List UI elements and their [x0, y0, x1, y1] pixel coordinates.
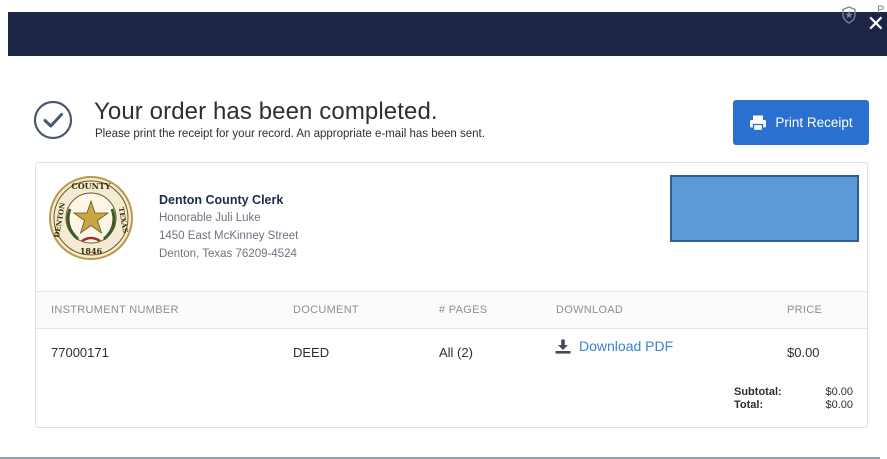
redacted-box [670, 175, 859, 242]
subtotal-value: $0.00 [825, 386, 853, 398]
county-seal-logo: COUNTY DENTON TEXAS 1846 [49, 176, 133, 260]
receipt-card: COUNTY DENTON TEXAS 1846 Denton County C… [35, 162, 868, 428]
download-pdf-link[interactable]: Download PDF [555, 338, 673, 354]
clerk-city: Denton, Texas 76209-4524 [159, 248, 297, 260]
seal-text-top: COUNTY [71, 181, 111, 191]
order-complete-title: Your order has been completed. [94, 98, 438, 125]
download-pdf-label: Download PDF [579, 338, 674, 354]
col-instrument-number: INSTRUMENT NUMBER [51, 304, 179, 316]
clerk-street: 1450 East McKinney Street [159, 230, 299, 242]
clerk-honorable: Honorable Juli Luke [159, 212, 261, 224]
col-price: PRICE [787, 304, 823, 316]
seal-year: 1846 [80, 246, 103, 256]
cell-instrument-number: 77000171 [51, 345, 109, 360]
print-receipt-button[interactable]: Print Receipt [733, 100, 869, 145]
check-circle-icon [33, 100, 73, 140]
total-label: Total: [734, 399, 764, 411]
cell-document: DEED [293, 345, 330, 360]
shield-icon [842, 6, 856, 24]
close-icon[interactable]: ✕ [867, 14, 885, 36]
total-value: $0.00 [825, 399, 853, 411]
col-document: DOCUMENT [293, 304, 359, 316]
col-pages: # PAGES [439, 304, 488, 316]
col-download: DOWNLOAD [556, 304, 624, 316]
cell-price: $0.00 [787, 345, 820, 360]
modal-header-bar [8, 12, 887, 56]
table-header: INSTRUMENT NUMBER DOCUMENT # PAGES DOWNL… [36, 291, 867, 329]
order-complete-subtitle: Please print the receipt for your record… [95, 128, 485, 140]
clerk-name: Denton County Clerk [159, 193, 284, 207]
subtotal-label: Subtotal: [734, 386, 782, 398]
cell-pages: All (2) [439, 345, 473, 360]
download-icon [555, 339, 571, 354]
printer-icon [750, 115, 767, 131]
print-receipt-label: Print Receipt [775, 115, 853, 130]
